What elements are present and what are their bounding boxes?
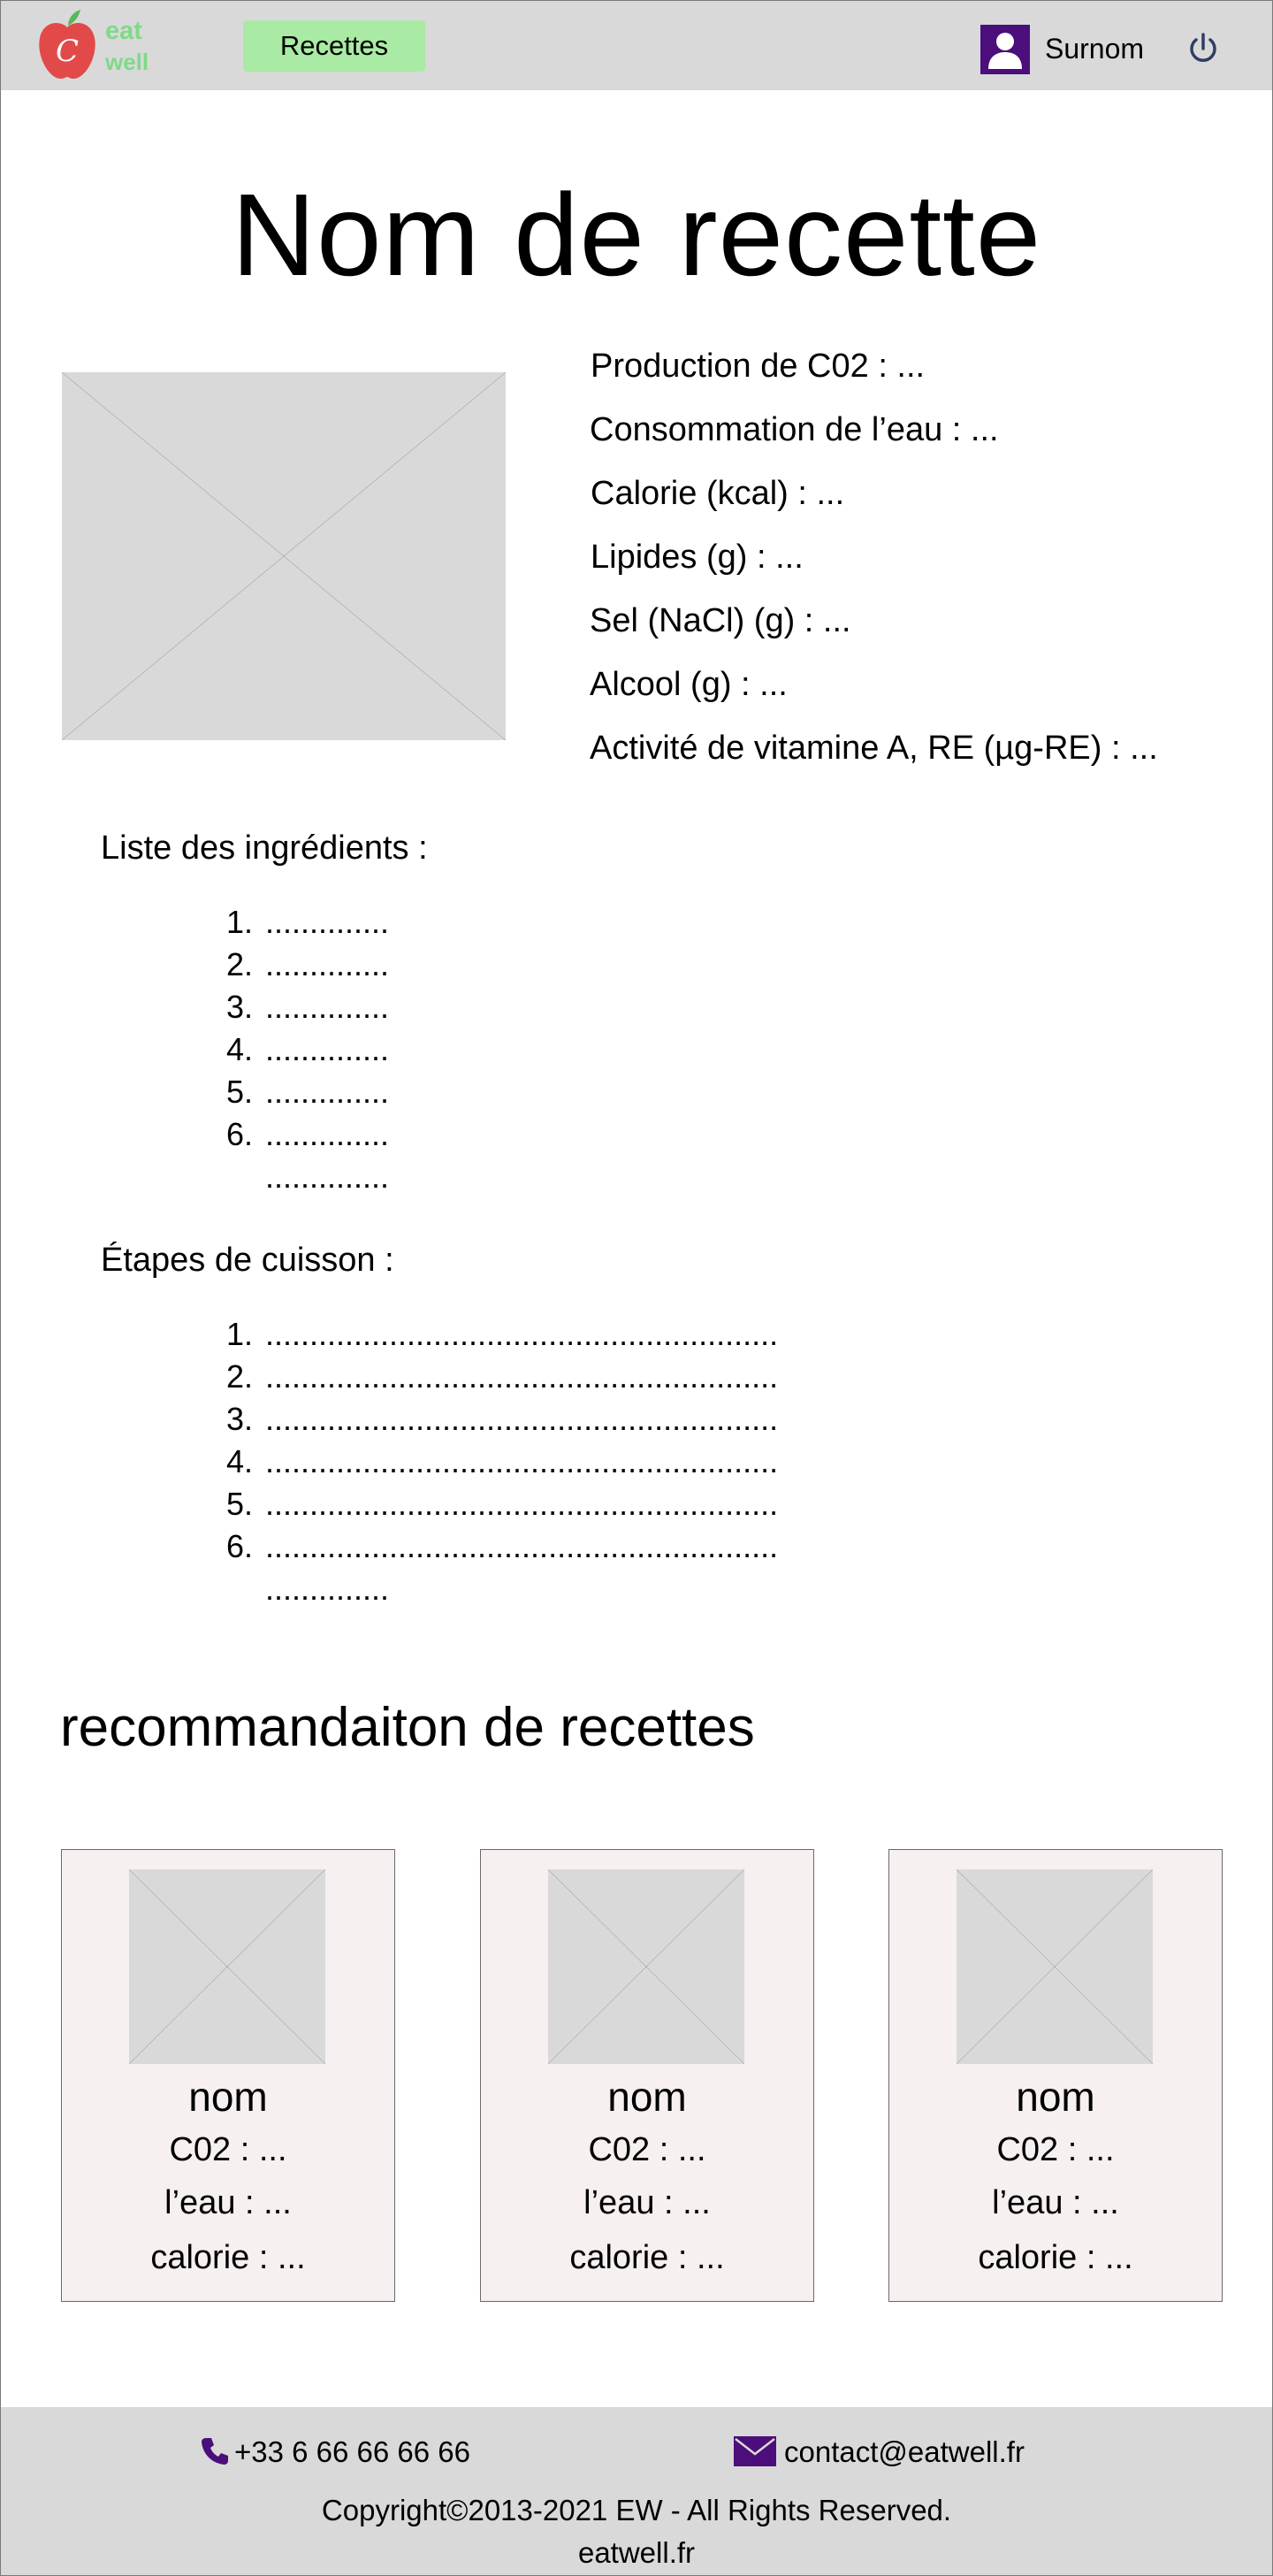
recommendation-card-1[interactable]: nom C02 : ... l’eau : ... calorie : ... [61, 1849, 395, 2302]
list-item: .............. [265, 1158, 390, 1195]
list-item: 1.......................................… [225, 1316, 779, 1352]
nutrition-vitamin-a: Activité de vitamine A, RE (µg-RE) : ... [590, 730, 1158, 767]
list-item: 2.......................................… [225, 1358, 779, 1395]
ingredients-list: 1............... 2............... 3.....… [209, 901, 389, 1198]
list-item: .............. [265, 1571, 390, 1607]
nutrition-water: Consommation de l’eau : ... [590, 411, 999, 448]
footer-email[interactable]: contact@eatwell.fr [784, 2435, 1025, 2469]
svg-text:C: C [56, 34, 79, 69]
list-item: 6.......................................… [225, 1528, 779, 1564]
nutrition-co2: Production de C02 : ... [591, 348, 926, 385]
logout-power-icon[interactable] [1185, 31, 1221, 66]
list-item: 1............... [225, 904, 390, 940]
nutrition-salt: Sel (NaCl) (g) : ... [590, 602, 851, 639]
page-footer: +33 6 66 66 66 66 contact@eatwell.fr Cop… [1, 2407, 1272, 2575]
nutrition-lipids: Lipides (g) : ... [591, 539, 804, 576]
recipe-image-placeholder [62, 372, 506, 740]
steps-label: Étapes de cuisson : [101, 1242, 394, 1279]
user-avatar-icon[interactable] [980, 25, 1030, 74]
card-image-placeholder [548, 1869, 744, 2064]
list-item: 2............... [225, 946, 390, 982]
card-name: nom [1016, 2074, 1095, 2120]
ingredients-label: Liste des ingrédients : [101, 829, 428, 867]
list-item: 6............... [225, 1116, 390, 1152]
top-navbar: C eat well Recettes Surnom [1, 1, 1272, 90]
list-item: 4.......................................… [225, 1443, 779, 1479]
card-co2: C02 : ... [588, 2131, 706, 2168]
card-name: nom [607, 2074, 687, 2120]
recommendations-title: recommandaiton de recettes [60, 1697, 755, 1758]
logo-text-eat: eat [105, 17, 142, 45]
list-item: 3.......................................… [225, 1401, 779, 1437]
logo-text-well: well [105, 49, 149, 75]
card-calorie: calorie : ... [978, 2239, 1133, 2276]
list-item: 4............... [225, 1031, 390, 1067]
list-item: 5............... [225, 1074, 390, 1110]
card-water: l’eau : ... [992, 2184, 1119, 2221]
footer-phone[interactable]: +33 6 66 66 66 66 [234, 2435, 470, 2469]
nav-recipes-button[interactable]: Recettes [243, 20, 425, 72]
nutrition-calorie: Calorie (kcal) : ... [591, 475, 845, 512]
card-image-placeholder [957, 1869, 1153, 2064]
username-label[interactable]: Surnom [1045, 33, 1144, 65]
recommendation-card-3[interactable]: nom C02 : ... l’eau : ... calorie : ... [888, 1849, 1223, 2302]
list-item: 3............... [225, 989, 390, 1025]
recipe-title: Nom de recette [231, 170, 1042, 300]
steps-list: 1.......................................… [209, 1313, 778, 1610]
list-item: 5.......................................… [225, 1486, 779, 1522]
footer-copyright: Copyright©2013-2021 EW - All Rights Rese… [321, 2494, 952, 2526]
card-co2: C02 : ... [169, 2131, 287, 2168]
footer-site[interactable]: eatwell.fr [1, 2536, 1272, 2570]
card-name: nom [188, 2074, 268, 2120]
card-calorie: calorie : ... [150, 2239, 306, 2276]
apple-logo-icon[interactable]: C [34, 8, 100, 84]
card-calorie: calorie : ... [569, 2239, 725, 2276]
card-image-placeholder [129, 1869, 325, 2064]
email-envelope-icon [734, 2436, 776, 2466]
card-water: l’eau : ... [164, 2184, 292, 2221]
card-water: l’eau : ... [583, 2184, 711, 2221]
recommendation-card-2[interactable]: nom C02 : ... l’eau : ... calorie : ... [480, 1849, 814, 2302]
nutrition-alcohol: Alcool (g) : ... [590, 666, 788, 703]
card-co2: C02 : ... [996, 2131, 1115, 2168]
phone-icon [202, 2438, 228, 2465]
